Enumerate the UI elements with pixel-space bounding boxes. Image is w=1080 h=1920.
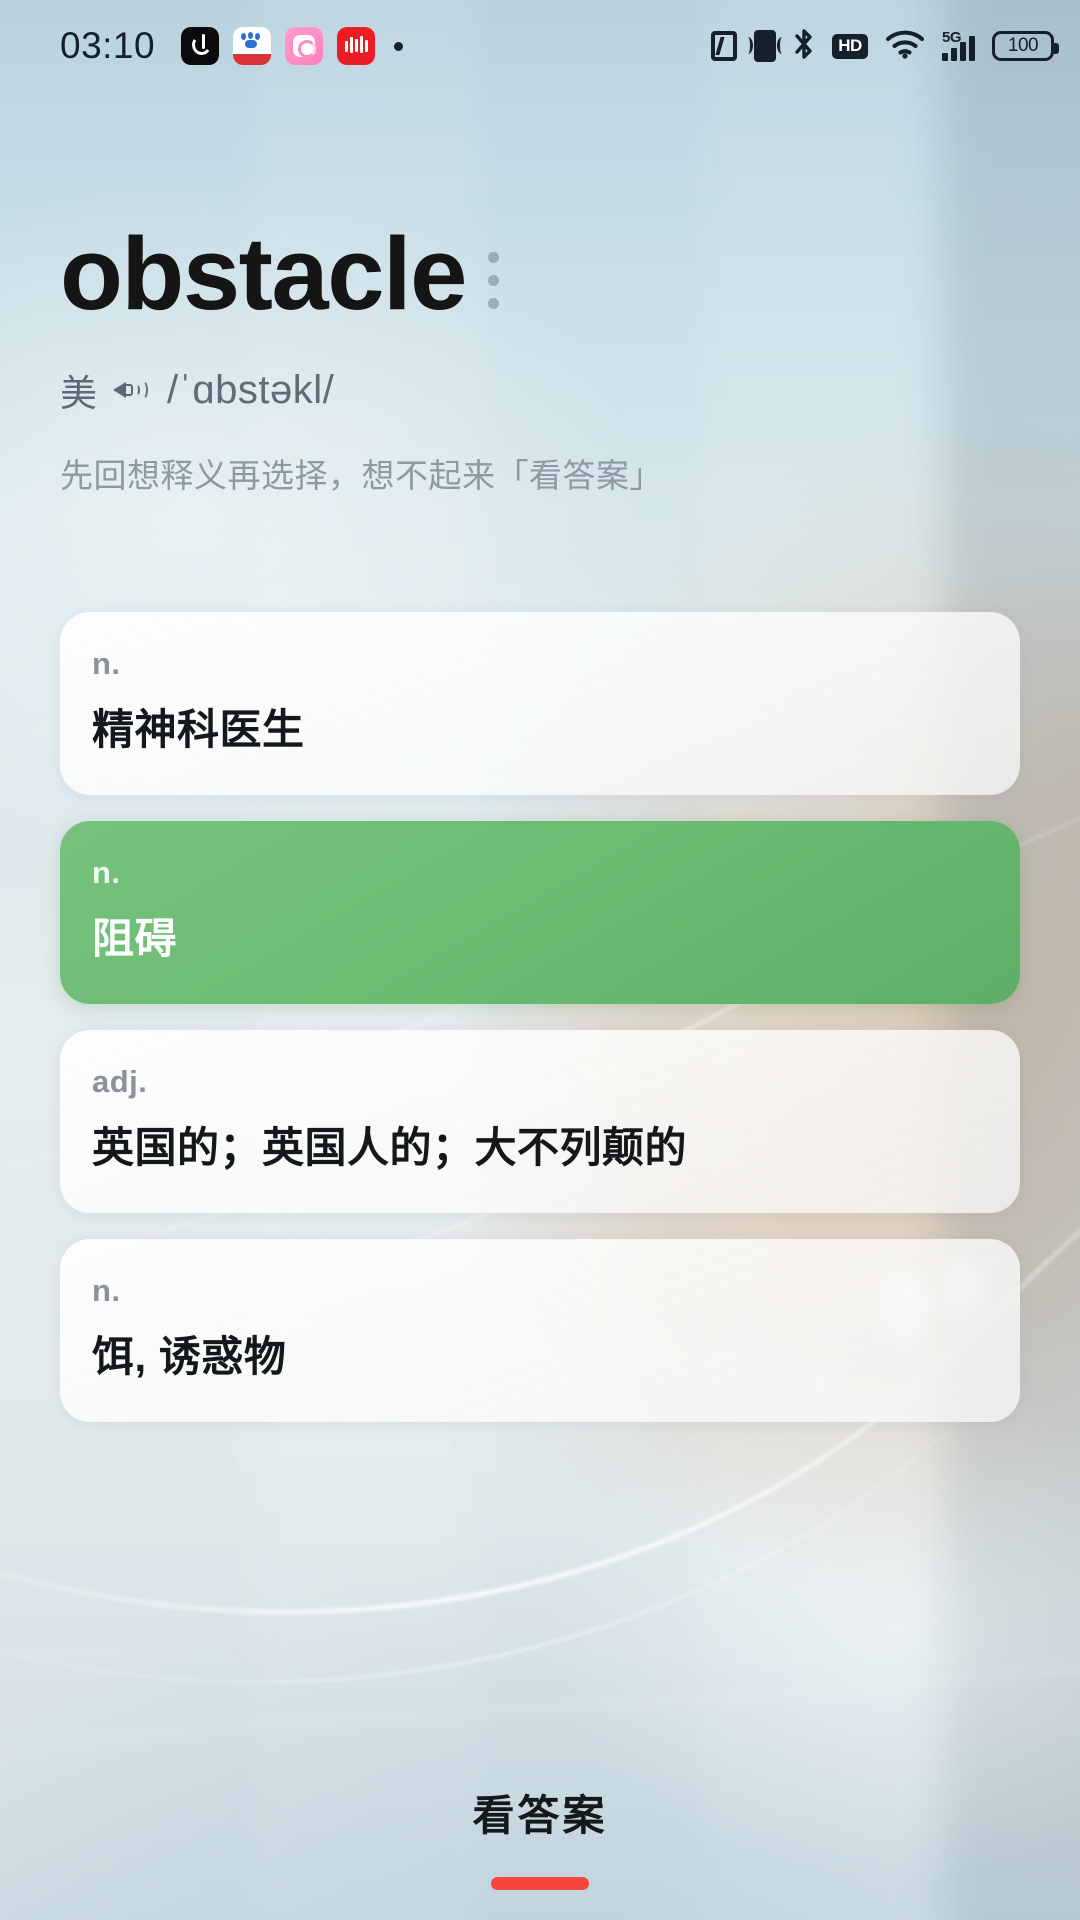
notification-icons	[181, 27, 404, 65]
answer-option-1[interactable]: n. 精神科医生	[60, 612, 1020, 795]
battery-percent-label: 100	[1007, 35, 1039, 56]
answer-option-3[interactable]: adj. 英国的；英国人的；大不列颠的	[60, 1030, 1020, 1213]
notification-overflow-dot	[394, 41, 404, 51]
kebab-menu-icon[interactable]	[487, 238, 499, 309]
part-of-speech-label: n.	[92, 646, 121, 681]
phonetic-text: /ˈɑbstəkl/	[167, 367, 335, 412]
pink-camera-app-icon	[285, 27, 324, 65]
definition-text: 阻碍	[92, 915, 178, 962]
vibrate-icon	[754, 30, 780, 62]
status-bar-system-icons: HD 5G 100	[711, 28, 1059, 65]
network-type-label: 5G	[942, 29, 962, 46]
status-bar-clock: 03:10	[60, 25, 156, 66]
word-row: obstacle	[60, 222, 1020, 325]
cellular-signal-icon: 5G	[942, 29, 975, 61]
douyin-app-icon	[181, 27, 220, 65]
home-indicator[interactable]	[491, 1877, 589, 1890]
definition-text: 精神科医生	[92, 706, 305, 753]
definition-text: 饵, 诱惑物	[92, 1333, 287, 1380]
footer: 看答案	[0, 1782, 1080, 1920]
speaker-icon[interactable]	[113, 375, 151, 405]
instruction-hint: 先回想释义再选择，想不起来「看答案」	[60, 457, 663, 494]
definition-text: 英国的；英国人的；大不列颠的	[92, 1124, 688, 1171]
part-of-speech-label: adj.	[92, 1064, 148, 1099]
red-music-app-icon	[337, 27, 376, 65]
accent-label: 美	[60, 373, 97, 414]
hd-voice-icon: HD	[832, 33, 868, 59]
part-of-speech-label: n.	[92, 1273, 121, 1308]
answer-options-list: n. 精神科医生 n. 阻碍 adj. 英国的；英国人的；大不列颠的 n. 饵,…	[0, 612, 1080, 1422]
part-of-speech-label: n.	[92, 855, 121, 890]
status-bar: 03:10 HD 5G 100	[0, 0, 1080, 92]
show-answer-button[interactable]: 看答案	[472, 1782, 607, 1843]
word-header: obstacle 美 /ˈɑbstəkl/ 先回想释义再选择，想不起来「看答案」	[0, 92, 1080, 497]
pronunciation-row: 美 /ˈɑbstəkl/	[60, 363, 1020, 417]
baidu-app-icon	[233, 27, 272, 65]
answer-option-4[interactable]: n. 饵, 诱惑物	[60, 1239, 1020, 1422]
wifi-icon	[885, 29, 925, 64]
battery-icon: 100	[992, 31, 1059, 61]
page-title: obstacle	[60, 216, 467, 331]
bluetooth-icon	[793, 28, 815, 65]
answer-option-2[interactable]: n. 阻碍	[60, 821, 1020, 1004]
nfc-icon	[711, 31, 737, 61]
